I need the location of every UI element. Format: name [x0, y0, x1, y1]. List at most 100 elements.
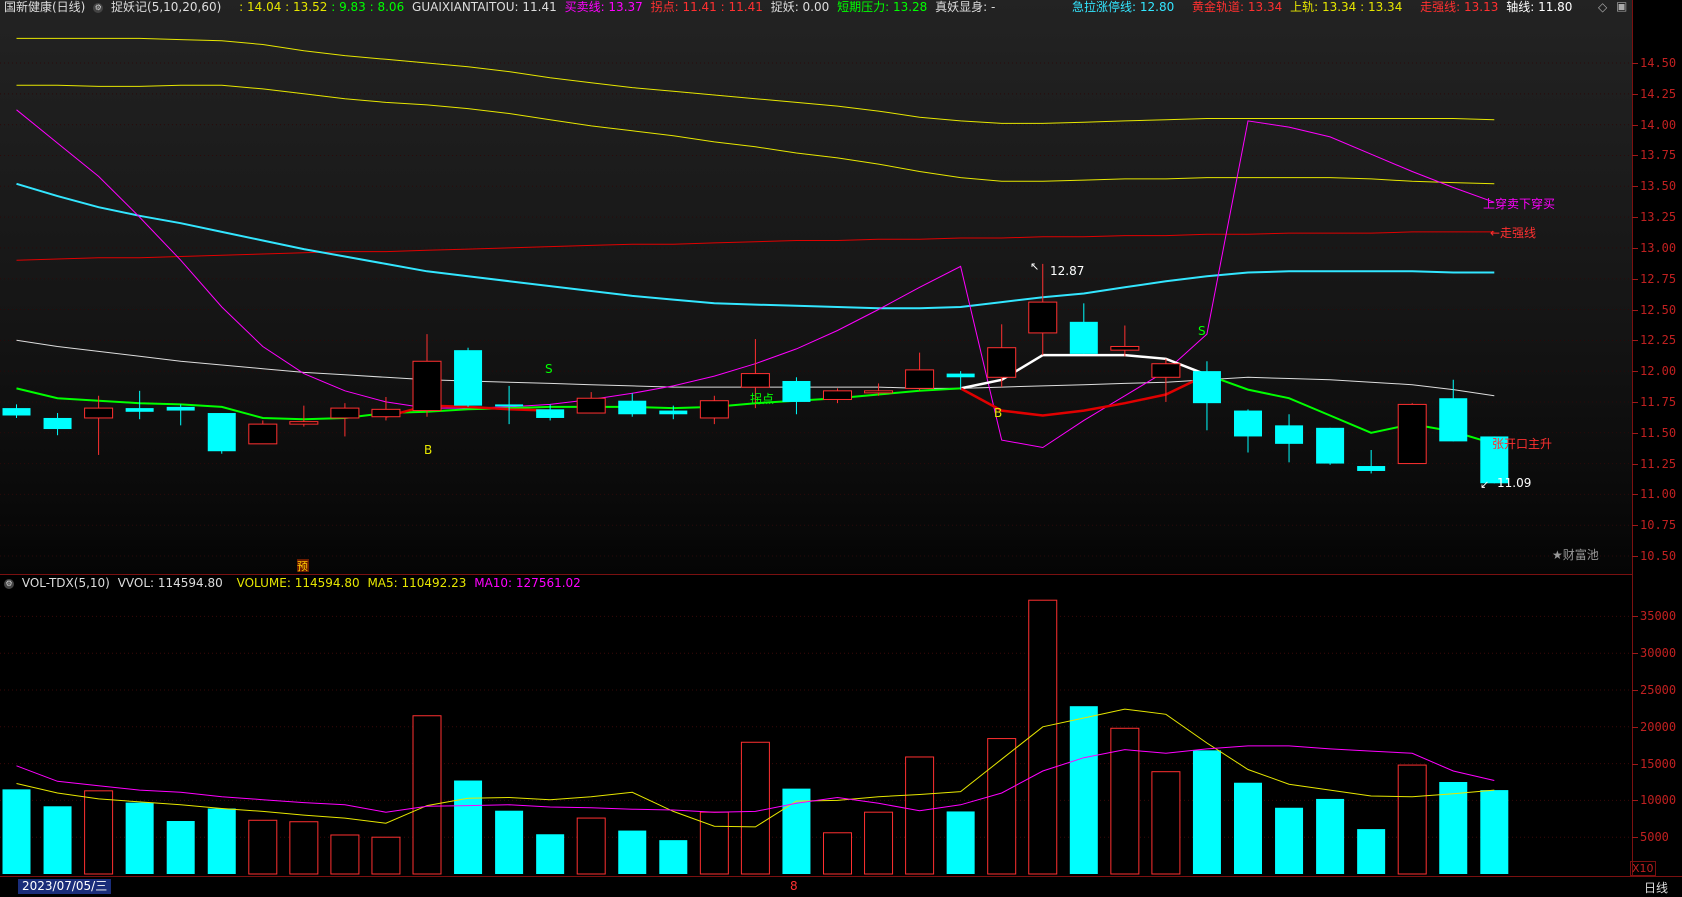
volume-tick: 35000: [1640, 609, 1677, 624]
price-tickmark: [1632, 494, 1638, 496]
candle-body-down: [1357, 466, 1386, 471]
forecast-label: 预: [297, 560, 308, 573]
volume-tickmark: [1632, 800, 1638, 802]
volume-bar-up: [864, 811, 894, 875]
buy-signal: B: [994, 406, 1002, 420]
period-label[interactable]: 日线: [1644, 879, 1668, 896]
candle-body-down: [1234, 410, 1262, 437]
buy-signal: B: [424, 443, 432, 457]
golden-track: 黄金轨道: 13.34: [1192, 0, 1283, 14]
candle-body-down: [946, 373, 975, 378]
cyan-ma-line: [16, 182, 1495, 310]
volume-tickmark: [1632, 726, 1638, 728]
date-bar[interactable]: 2023/07/05/三 8 日线: [0, 876, 1682, 897]
price-tick: 11.75: [1640, 394, 1677, 409]
axis-line: 轴线: 11.80: [1506, 0, 1573, 14]
sell-signal: S: [545, 362, 553, 376]
zoom-x10[interactable]: X10: [1630, 861, 1656, 876]
date-marker: 8: [790, 879, 798, 893]
candle-body-up: [1397, 403, 1427, 465]
yellow-upper-band: [16, 37, 1495, 124]
volume-bar-down: [166, 821, 195, 874]
price-tickmark: [1632, 309, 1638, 311]
stock-title[interactable]: 国新健康(日线): [4, 0, 85, 14]
right-axis[interactable]: 14.50 14.25 14.00 13.75 13.50 13.25 13.00 12.75…: [1632, 0, 1682, 876]
candle-body-up: [864, 390, 894, 394]
diamond-icon[interactable]: ◇: [1598, 0, 1607, 14]
candle-body-up: [248, 423, 278, 445]
price-tick: 14.25: [1640, 86, 1677, 101]
candle-body-down: [1069, 321, 1098, 354]
price-tick: 12.25: [1640, 333, 1677, 348]
volume-header: ⚙ VOL-TDX(5,10) VVOL: 114594.80 VOLUME: …: [4, 576, 585, 590]
price-tick: 13.25: [1640, 210, 1677, 225]
vol-title[interactable]: VOL-TDX(5,10): [22, 576, 110, 590]
jila-line: 急拉涨停线: 12.80: [1072, 0, 1175, 14]
indicator-header-right: 急拉涨停线: 12.80 黄金轨道: 13.34 上轨: 13.34 : 13.…: [1072, 0, 1576, 14]
volume-bar-up: [576, 817, 606, 875]
price-tickmark: [1632, 217, 1638, 219]
candle-body-up: [1110, 345, 1140, 351]
candle-body-down: [659, 410, 688, 415]
upper-rail: 上轨: 13.34 : 13.34: [1290, 0, 1403, 14]
volume-bar-down: [1192, 750, 1221, 874]
candle-body-down: [454, 350, 483, 406]
collapse-icon[interactable]: ▣: [1616, 0, 1627, 13]
date-label[interactable]: 2023/07/05/三: [18, 879, 112, 894]
volume-tick: 25000: [1640, 683, 1677, 697]
candle-body-up: [576, 397, 606, 414]
volume-tickmark: [1632, 763, 1638, 765]
candle-body-up: [84, 407, 114, 419]
volume-bar-up: [740, 741, 770, 875]
volume-bar-down: [43, 806, 72, 874]
candle-body-up: [1151, 363, 1181, 378]
settings-icon[interactable]: ⚙: [93, 2, 104, 13]
ma10-value: MA10: 127561.02: [474, 576, 581, 590]
price-tickmark: [1632, 186, 1638, 188]
volume-chart-panel[interactable]: [0, 575, 1632, 876]
price-tick: 11.00: [1640, 487, 1677, 502]
turning-point-label: 拐点: [750, 391, 774, 406]
candle-body-up: [905, 369, 935, 389]
candle-body-up: [740, 373, 770, 388]
price-tickmark: [1632, 463, 1638, 465]
volume-tickmark: [1632, 690, 1638, 691]
volume-bar-down: [659, 840, 688, 874]
candle-body-down: [618, 400, 647, 415]
price-tick: 11.25: [1640, 456, 1677, 471]
short-pressure: 短期压力: 13.28: [837, 0, 928, 14]
volume-bar-up: [330, 834, 360, 875]
price-tick: 12.00: [1640, 364, 1677, 379]
settings-icon[interactable]: ⚙: [4, 578, 14, 589]
value-2: : 13.52: [285, 0, 328, 14]
indicator-name[interactable]: 捉妖记(5,10,20,60): [111, 0, 221, 14]
volume-bar-up: [412, 715, 442, 875]
volume-bar-up: [1151, 771, 1181, 875]
volume-bar-up: [289, 821, 319, 875]
candle-body-down: [1192, 371, 1221, 404]
price-tick: 10.75: [1640, 518, 1677, 533]
sell-signal: S: [1198, 324, 1206, 338]
candle-body-up: [289, 421, 319, 425]
turning-point: 拐点: 11.41 : 11.41: [650, 0, 763, 14]
volume-tick: 30000: [1640, 646, 1677, 661]
low-arrow: ↙: [1480, 478, 1489, 491]
volume-bar-down: [536, 834, 565, 874]
volume-bar-down: [1234, 782, 1262, 874]
price-tickmark: [1632, 247, 1638, 249]
volume-bar-up: [248, 819, 278, 875]
price-tickmark: [1632, 340, 1638, 342]
price-chart-panel[interactable]: B B S S 拐点 ↖ 12.87 ↙ 11.09 上穿卖下穿买 ←走强线 张开口主升 ★财富池预: [0, 0, 1632, 574]
volume-value: VOLUME: 114594.80: [236, 576, 360, 590]
indicator-header: 国新健康(日线) ⚙ 捉妖记(5,10,20,60) : 14.04 : 13.…: [4, 0, 999, 14]
candle-body-up: [1028, 301, 1058, 334]
guaixiantaitou: GUAIXIANTAITOU: 11.41: [412, 0, 557, 14]
volume-bar-down: [1069, 706, 1098, 874]
candle-body-down: [2, 408, 31, 416]
zhuoyao: 捉妖: 0.00: [770, 0, 830, 14]
volume-bar-up: [1028, 599, 1058, 875]
candle-body-down: [1316, 427, 1345, 464]
yellow-mid-band: [16, 84, 1495, 185]
price-tick: 14.50: [1640, 56, 1677, 70]
price-tickmark: [1632, 556, 1638, 557]
